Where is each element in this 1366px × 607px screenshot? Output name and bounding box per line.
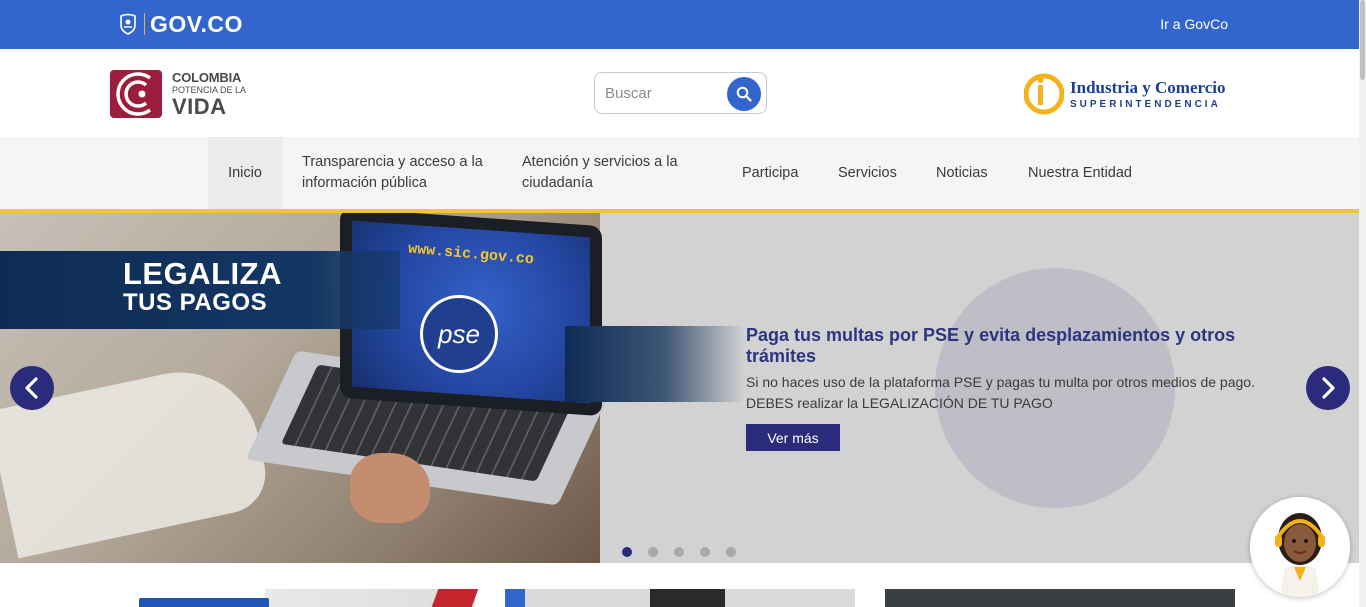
logo-divider: [144, 13, 145, 35]
govco-top-bar: GOV.CO Ir a GovCo: [0, 0, 1359, 49]
search-input[interactable]: [605, 83, 723, 103]
card-red-accent: [431, 589, 479, 607]
sic-logo-line2: SUPERINTENDENCIA: [1070, 98, 1221, 110]
sic-wordmark: Industria y Comercio SUPERINTENDENCIA: [1070, 79, 1226, 110]
feature-card-1[interactable]: [125, 589, 479, 607]
slide-image-headline-line2: TUS PAGOS: [123, 289, 268, 316]
carousel-dot-4[interactable]: [700, 547, 710, 557]
carousel-indicators: [622, 547, 752, 557]
carousel-dot-2[interactable]: [648, 547, 658, 557]
slide-photo-hand: [350, 453, 430, 523]
slide-title: Paga tus multas por PSE y evita desplaza…: [746, 325, 1236, 366]
pse-logo-icon: pse: [420, 295, 498, 373]
colombia-shield-icon: [120, 13, 136, 35]
govco-logo-text: GOV.CO: [150, 10, 243, 37]
chat-assistant-avatar-icon: [1250, 497, 1350, 597]
sic-logo[interactable]: Industria y Comercio SUPERINTENDENCIA: [1024, 71, 1234, 117]
carousel-dot-3[interactable]: [674, 547, 684, 557]
sic-ic-mark-icon: [1024, 73, 1064, 115]
slide-image-headline-line1: LEGALIZA: [123, 256, 282, 291]
main-navigation: Inicio Transparencia y acceso a la infor…: [0, 137, 1359, 209]
nav-item-inicio[interactable]: Inicio: [208, 137, 282, 209]
chevron-left-icon: [25, 377, 38, 399]
nav-item-noticias[interactable]: Noticias: [936, 137, 988, 209]
hero-carousel: www.sic.gov.co pse LEGALIZA TUS PAGOS Pa…: [0, 213, 1359, 563]
chat-assistant-button[interactable]: [1250, 497, 1350, 597]
feature-card-3[interactable]: [885, 589, 1235, 607]
chevron-right-icon: [1322, 377, 1335, 399]
carousel-next-button[interactable]: [1306, 366, 1350, 410]
search-button[interactable]: [727, 77, 761, 111]
slide-image-headline: LEGALIZA TUS PAGOS: [123, 258, 282, 315]
carousel-prev-button[interactable]: [10, 366, 54, 410]
nav-item-atencion[interactable]: Atención y servicios a la ciudadanía: [522, 137, 702, 209]
slide-description: Si no haces uso de la plataforma PSE y p…: [746, 374, 1255, 411]
colombia-vida-wordmark: COLOMBIA POTENCIA DE LA VIDA: [172, 71, 246, 118]
feature-card-2[interactable]: [505, 589, 855, 607]
colombia-vida-mark-icon: [110, 70, 162, 118]
colombia-potencia-de-la-vida-logo[interactable]: COLOMBIA POTENCIA DE LA VIDA: [110, 68, 250, 120]
search-icon: [736, 86, 752, 102]
logo-line-colombia: COLOMBIA: [172, 69, 242, 85]
sic-logo-line1: Industria y Comercio: [1070, 77, 1226, 97]
carousel-dot-1[interactable]: [622, 547, 632, 557]
search-box: [594, 72, 767, 114]
nav-item-participa[interactable]: Participa: [742, 137, 798, 209]
page-scrollbar-track[interactable]: [1359, 0, 1366, 607]
carousel-dot-5[interactable]: [726, 547, 736, 557]
nav-item-transparencia[interactable]: Transparencia y acceso a la información …: [302, 137, 492, 209]
govco-logo[interactable]: GOV.CO: [118, 10, 243, 38]
logo-line-vida: VIDA: [172, 93, 227, 119]
card-sic-logo: [139, 598, 269, 607]
page-scrollbar-thumb[interactable]: [1360, 0, 1365, 80]
nav-item-servicios[interactable]: Servicios: [838, 137, 897, 209]
ver-mas-button[interactable]: Ver más: [746, 424, 840, 451]
slide-dark-band-right: [565, 326, 745, 402]
nav-item-nuestra-entidad[interactable]: Nuestra Entidad: [1028, 137, 1132, 209]
site-header: COLOMBIA POTENCIA DE LA VIDA Industria y…: [0, 49, 1359, 137]
ir-a-govco-link[interactable]: Ir a GovCo: [1160, 16, 1228, 32]
